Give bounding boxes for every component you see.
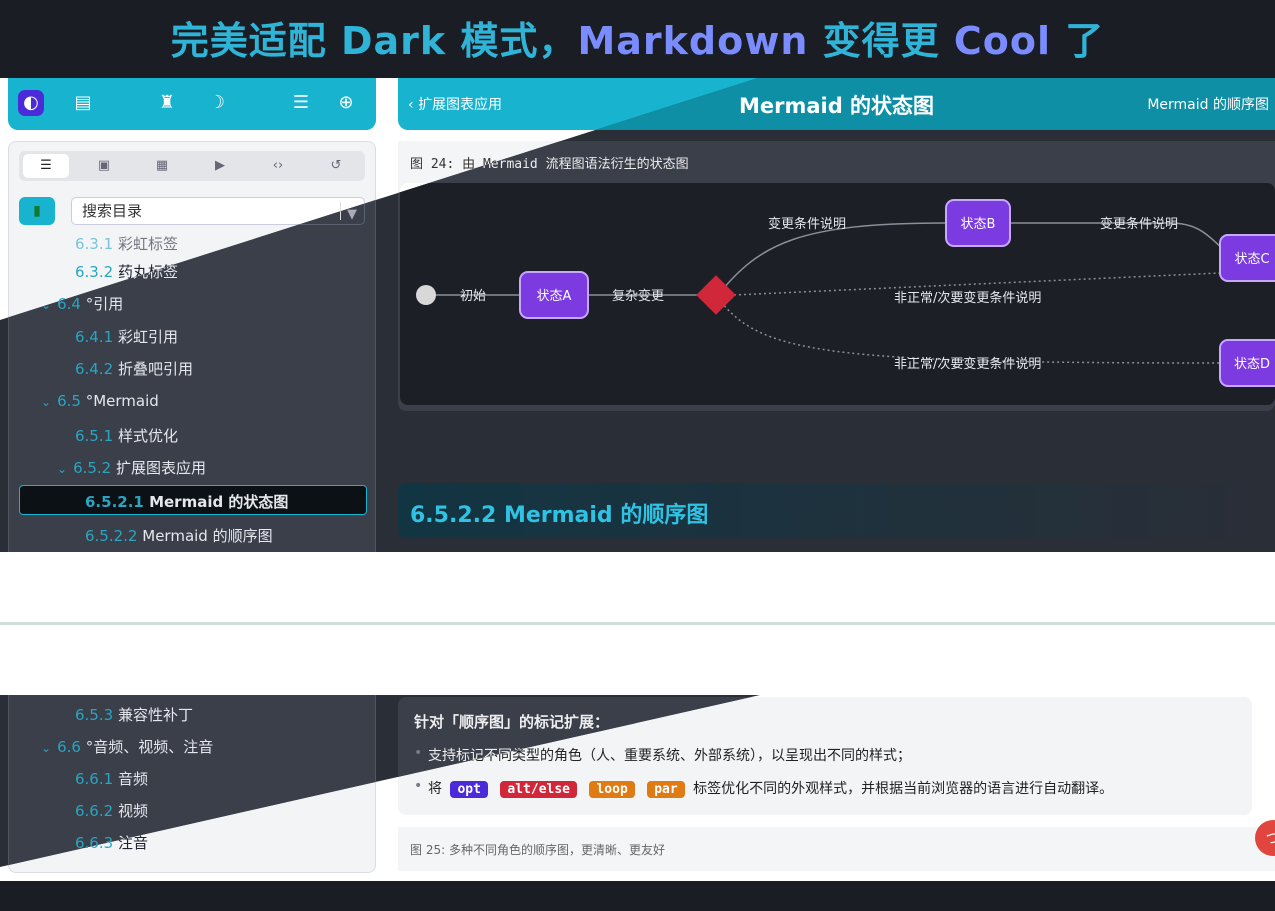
toc-item[interactable]: ⌄6.5.2 扩展图表应用 bbox=[57, 457, 206, 478]
spacer bbox=[0, 625, 1275, 695]
image-icon[interactable]: ▣ bbox=[81, 154, 127, 178]
toc-item[interactable]: 6.4.2 折叠吧引用 bbox=[75, 358, 193, 379]
chevron-down-icon: ⌄ bbox=[57, 462, 68, 476]
state-c-label: 状态C bbox=[1234, 252, 1269, 267]
state-diagram-svg: 状态A 状态B 状态C 状态D 初始 复杂变更 变更条件说明 变更条件说明 bbox=[416, 199, 1275, 387]
chevron-down-icon: ⌄ bbox=[41, 741, 52, 755]
book-icon[interactable]: ▮ bbox=[19, 197, 55, 225]
toc-item[interactable]: 6.6.2 视频 bbox=[75, 800, 148, 821]
edge-label: 变更条件说明 bbox=[768, 216, 846, 232]
toc-item-active-label[interactable]: 6.5.2.1 Mermaid 的状态图 bbox=[85, 491, 288, 512]
section-heading: 6.5.2.2 Mermaid 的顺序图 bbox=[398, 483, 1275, 538]
bottom-screenshot: 6.5.3 兼容性补丁 ⌄6.6 °音频、视频、注音 6.6.1 音频 6.6.… bbox=[0, 695, 1275, 881]
top-screenshot: ◐ ▤ ♜ ☽ ☰ ⊕ ‹ 扩展图表应用 Mermaid 的状态图 Mermai… bbox=[0, 78, 1275, 552]
moon-icon[interactable]: ☽ bbox=[204, 90, 230, 116]
printer-icon[interactable]: ▤ bbox=[70, 90, 96, 116]
toc-item[interactable]: 6.3.1 彩虹标签 bbox=[75, 233, 178, 254]
next-link[interactable]: Mermaid 的顺序图 bbox=[1147, 94, 1269, 114]
list-item: 支持标记不同类型的角色（人、重要系统、外部系统），以呈现出不同的样式； bbox=[414, 745, 1236, 765]
chevron-down-icon: ⌄ bbox=[41, 395, 52, 409]
toc-item[interactable]: 6.6.1 音频 bbox=[75, 768, 148, 789]
state-b-label: 状态B bbox=[961, 217, 996, 232]
edge-label: 初始 bbox=[460, 289, 486, 304]
shirt-icon[interactable]: ♜ bbox=[154, 90, 180, 116]
content: 图 24: 由 Mermaid 流程图语法衍生的状态图 bbox=[398, 141, 1275, 552]
history-icon[interactable]: ↺ bbox=[313, 154, 359, 178]
figure-caption: 图 25: 多种不同角色的顺序图，更清晰、更友好 bbox=[398, 827, 1275, 871]
code-icon[interactable]: ‹› bbox=[255, 154, 301, 178]
edge-label: 非正常/次要变更条件说明 bbox=[894, 356, 1041, 372]
list-item: 将 opt alt/else loop par 标签优化不同的外观样式，并根据当… bbox=[414, 778, 1236, 798]
state-diagram: 状态A 状态B 状态C 状态D 初始 复杂变更 变更条件说明 变更条件说明 bbox=[398, 183, 1275, 411]
toolbar: ◐ ▤ ♜ ☽ ☰ ⊕ bbox=[8, 78, 376, 130]
compass-icon[interactable]: ◐ bbox=[18, 90, 44, 116]
spacer bbox=[0, 552, 1275, 624]
toc-item[interactable]: ⌄6.6 °音频、视频、注音 bbox=[41, 736, 213, 757]
toc-item[interactable]: 6.5.2.2 Mermaid 的顺序图 bbox=[85, 525, 273, 546]
outline-icon[interactable]: ☰ bbox=[288, 90, 314, 116]
table-icon[interactable]: ▦ bbox=[139, 154, 185, 178]
state-d-label: 状态D bbox=[1234, 357, 1270, 372]
start-node bbox=[416, 285, 436, 305]
footer-bar bbox=[0, 881, 1275, 911]
list-icon[interactable]: ☰ bbox=[23, 154, 69, 178]
edge-label: 复杂变更 bbox=[612, 288, 664, 304]
edge-label: 非正常/次要变更条件说明 bbox=[894, 290, 1041, 306]
toc-item[interactable]: 6.5.1 样式优化 bbox=[75, 425, 178, 446]
toc-item[interactable]: 6.5.3 兼容性补丁 bbox=[75, 704, 193, 725]
tag-loop: loop bbox=[589, 781, 635, 798]
toc-item[interactable]: 6.4.1 彩虹引用 bbox=[75, 326, 178, 347]
sidebar-tabs: ☰ ▣ ▦ ▶ ‹› ↺ bbox=[19, 151, 365, 181]
tag-alt: alt/else bbox=[500, 781, 578, 798]
locate-icon[interactable]: ⊕ bbox=[333, 90, 359, 116]
video-icon[interactable]: ▶ bbox=[197, 154, 243, 178]
tag-opt: opt bbox=[450, 781, 488, 798]
edge-label: 变更条件说明 bbox=[1100, 216, 1178, 232]
toc-item[interactable]: ⌄6.5 °Mermaid bbox=[41, 392, 159, 410]
tag-par: par bbox=[647, 781, 685, 798]
banner-title: 完美适配 Dark 模式，Markdown 变得更 Cool 了 bbox=[170, 19, 1105, 63]
promo-banner: 完美适配 Dark 模式，Markdown 变得更 Cool 了 bbox=[0, 0, 1275, 78]
state-a-label: 状态A bbox=[537, 289, 572, 304]
